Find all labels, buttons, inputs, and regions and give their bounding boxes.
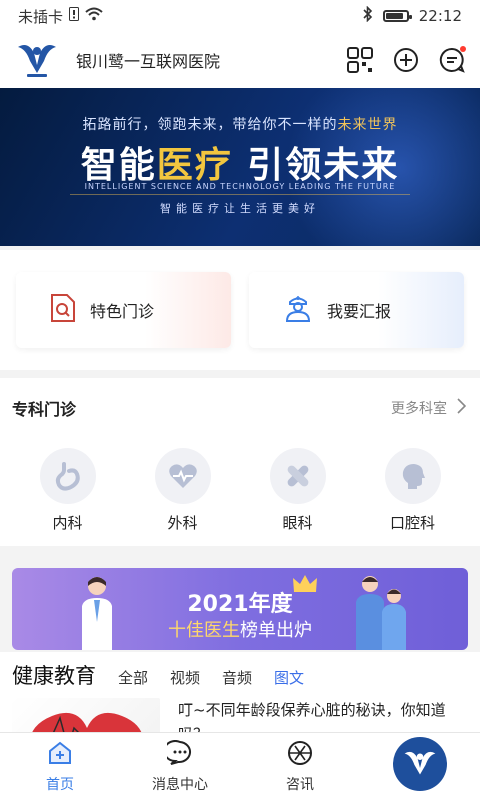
tab-video[interactable]: 视频 (170, 667, 200, 690)
tab-article[interactable]: 图文 (274, 667, 304, 690)
status-bar: 未插卡 22:12 (0, 0, 480, 32)
dept-internal[interactable]: 内科 (39, 448, 96, 533)
heart-icon (154, 448, 211, 504)
head-icon (384, 448, 441, 504)
health-education: 健康教育 全部 视频 音频 图文 叮~不同年龄段保养心脏的秘诀，你知道吗？ (0, 652, 480, 758)
wifi-icon (85, 7, 103, 25)
bandage-icon (269, 448, 326, 504)
report-label: 我要汇报 (327, 302, 392, 321)
chat-icon (163, 739, 193, 770)
app-title: 银川鹭一互联网医院 (76, 52, 221, 71)
tab-home[interactable]: 首页 (15, 740, 105, 794)
bottom-tab-bar: 首页 消息中心 咨讯 (0, 732, 480, 800)
specialty-section: 专科门诊 更多科室 内科 外科 眼科 口腔科 (0, 378, 480, 546)
battery-icon (382, 10, 412, 22)
education-title: 健康教育 (12, 664, 96, 688)
app-header: 银川鹭一互联网医院 (0, 32, 480, 88)
special-clinic-label: 特色门诊 (90, 302, 155, 321)
banner-english: INTELLIGENT SCIENCE AND TECHNOLOGY LEADI… (84, 182, 396, 191)
dept-dental[interactable]: 口腔科 (384, 448, 441, 533)
tab-all[interactable]: 全部 (118, 667, 148, 690)
stomach-icon (39, 448, 96, 504)
special-clinic-card[interactable]: 特色门诊 (16, 272, 231, 348)
quick-actions: 特色门诊 我要汇报 (0, 250, 480, 370)
tab-messages[interactable]: 消息中心 (135, 739, 225, 794)
add-circle-icon[interactable] (392, 46, 420, 74)
promo-subtitle: 十佳医生榜单出炉 (168, 620, 312, 641)
hospital-logo (14, 39, 60, 81)
promo-banner[interactable]: 2021年度 十佳医生榜单出炉 (12, 568, 468, 650)
chevron-right-icon (457, 398, 467, 418)
more-departments-link[interactable]: 更多科室 (391, 398, 467, 418)
tab-audio[interactable]: 音频 (222, 667, 252, 690)
section-title: 专科门诊 (12, 400, 77, 419)
document-search-icon (50, 293, 76, 327)
hero-banner[interactable]: 拓路前行，领跑未来，带给你不一样的未来世界 智能医疗 引领未来 INTELLIG… (0, 88, 480, 246)
qr-code-icon[interactable] (346, 46, 374, 74)
aperture-icon (287, 740, 313, 770)
clock: 22:12 (418, 7, 462, 25)
doctor-icon (283, 293, 313, 327)
banner-tagline: 拓路前行，领跑未来，带给你不一样的未来世界 (82, 117, 398, 133)
message-icon[interactable] (438, 46, 466, 74)
carrier-label: 未插卡 (18, 7, 64, 26)
promo-title: 2021年度 (187, 592, 293, 617)
sim-alert-icon (69, 7, 80, 25)
banner-slogan: 智能医疗让生活更美好 (160, 202, 320, 215)
dept-surgery[interactable]: 外科 (154, 448, 211, 533)
dept-ophthalmology[interactable]: 眼科 (269, 448, 326, 533)
hospital-logo-button[interactable] (393, 736, 447, 791)
notification-dot (460, 46, 466, 52)
bluetooth-icon (363, 5, 373, 26)
tab-news[interactable]: 咨讯 (255, 740, 345, 794)
report-card[interactable]: 我要汇报 (249, 272, 464, 348)
tab-hospital[interactable] (375, 736, 465, 791)
banner-headline: 智能医疗 引领未来 (80, 145, 400, 186)
home-icon (47, 740, 73, 770)
